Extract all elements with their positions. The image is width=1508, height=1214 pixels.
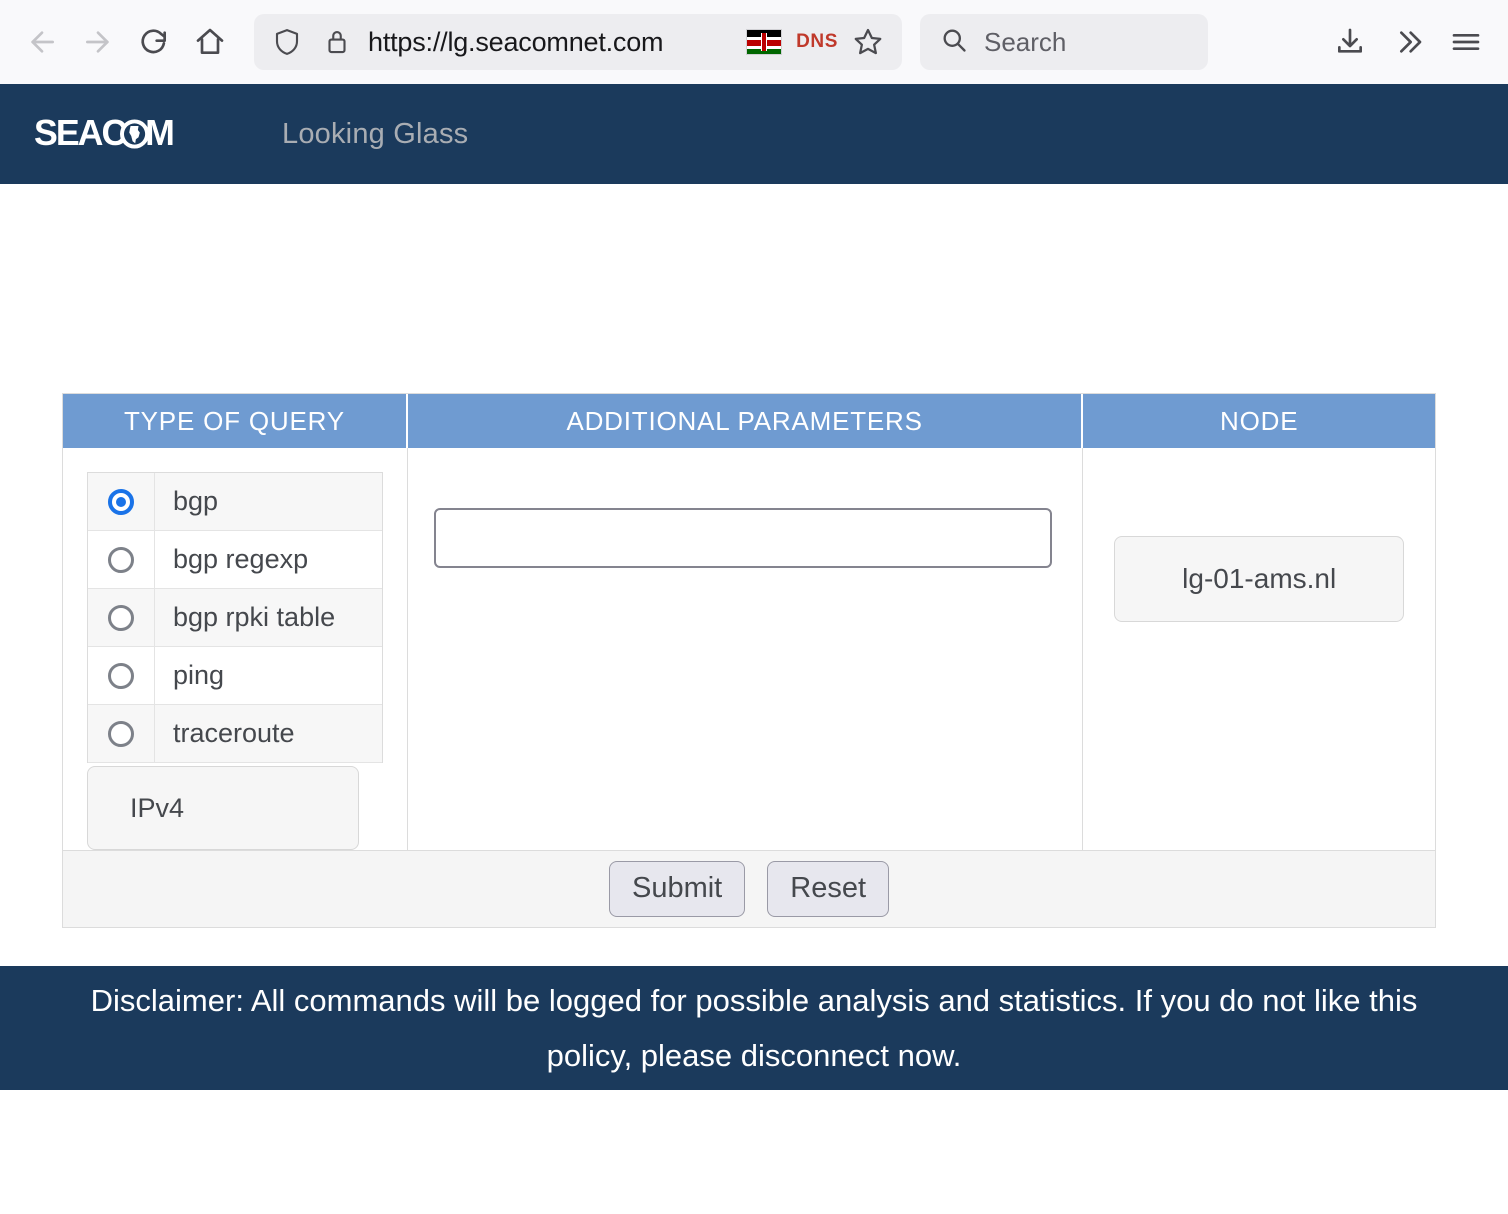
protocol-select[interactable]: IPv4	[87, 766, 359, 850]
table-body-row: bgp bgp regexp bgp rpki	[63, 448, 1435, 850]
home-button[interactable]	[186, 18, 234, 66]
query-option-bgp-regexp[interactable]: bgp regexp	[88, 531, 382, 589]
query-option-label: bgp rpki table	[155, 602, 335, 633]
form-actions: Submit Reset	[63, 861, 1435, 916]
page-title: Looking Glass	[282, 118, 468, 151]
url-text[interactable]: https://lg.seacomnet.com	[368, 27, 746, 58]
query-option-label: bgp regexp	[155, 544, 308, 575]
query-type-radio-group: bgp bgp regexp bgp rpki	[87, 472, 383, 763]
query-option-traceroute[interactable]: traceroute	[88, 705, 382, 763]
node-wrapper: lg-01-ams.nl	[1083, 448, 1435, 622]
node-select[interactable]: lg-01-ams.nl	[1114, 536, 1404, 622]
site-header: SEAC M Looking Glass	[0, 84, 1508, 184]
column-header-additional-parameters: ADDITIONAL PARAMETERS	[408, 394, 1084, 448]
radio-cell-bgp-rpki-table[interactable]	[88, 589, 155, 646]
looking-glass-form-table: TYPE OF QUERY ADDITIONAL PARAMETERS NODE…	[62, 393, 1436, 928]
actions-cell: Submit Reset	[63, 850, 1435, 927]
search-box[interactable]: Search	[920, 14, 1208, 70]
bookmark-star-icon[interactable]	[852, 26, 884, 58]
shield-icon[interactable]	[272, 27, 302, 57]
lock-icon[interactable]	[324, 27, 350, 57]
reload-button[interactable]	[130, 18, 178, 66]
toolbar-right-icons	[1326, 18, 1490, 66]
table-actions-row: Submit Reset	[63, 850, 1435, 927]
disclaimer-banner: Disclaimer: All commands will be logged …	[0, 966, 1508, 1090]
radio-cell-bgp[interactable]	[88, 473, 155, 530]
overflow-chevrons-icon[interactable]	[1384, 18, 1432, 66]
query-option-label: bgp	[155, 486, 218, 517]
table-header-row: TYPE OF QUERY ADDITIONAL PARAMETERS NODE	[63, 394, 1435, 448]
radio-button-ping[interactable]	[108, 663, 134, 689]
svg-text:M: M	[145, 113, 173, 153]
search-icon	[940, 26, 968, 59]
column-header-type-of-query: TYPE OF QUERY	[63, 394, 408, 448]
svg-text:SEAC: SEAC	[34, 113, 126, 153]
query-option-ping[interactable]: ping	[88, 647, 382, 705]
node-select-value: lg-01-ams.nl	[1182, 563, 1336, 595]
query-option-label: ping	[155, 660, 224, 691]
query-type-cell: bgp bgp regexp bgp rpki	[63, 448, 408, 850]
radio-button-bgp-regexp[interactable]	[108, 547, 134, 573]
column-header-node: NODE	[1083, 394, 1435, 448]
radio-cell-traceroute[interactable]	[88, 705, 155, 762]
dns-indicator[interactable]: DNS	[796, 31, 838, 53]
seacom-logo[interactable]: SEAC M	[34, 112, 206, 156]
downloads-button[interactable]	[1326, 18, 1374, 66]
additional-parameters-cell	[408, 448, 1084, 850]
address-bar[interactable]: https://lg.seacomnet.com DNS	[254, 14, 902, 70]
query-option-bgp[interactable]: bgp	[88, 473, 382, 531]
reset-button[interactable]: Reset	[767, 861, 889, 916]
protocol-select-value: IPv4	[130, 793, 184, 824]
radio-button-bgp[interactable]	[108, 489, 134, 515]
hamburger-menu-icon[interactable]	[1442, 18, 1490, 66]
radio-button-traceroute[interactable]	[108, 721, 134, 747]
page-content: TYPE OF QUERY ADDITIONAL PARAMETERS NODE…	[0, 184, 1508, 1090]
additional-parameters-input[interactable]	[434, 508, 1053, 568]
radio-cell-bgp-regexp[interactable]	[88, 531, 155, 588]
forward-button[interactable]	[74, 18, 122, 66]
disclaimer-text: Disclaimer: All commands will be logged …	[44, 973, 1464, 1083]
node-cell: lg-01-ams.nl	[1083, 448, 1435, 850]
query-option-label: traceroute	[155, 718, 295, 749]
submit-button[interactable]: Submit	[609, 861, 745, 916]
back-button[interactable]	[18, 18, 66, 66]
kenya-flag-icon[interactable]	[746, 29, 782, 55]
query-option-bgp-rpki-table[interactable]: bgp rpki table	[88, 589, 382, 647]
radio-button-bgp-rpki-table[interactable]	[108, 605, 134, 631]
browser-toolbar: https://lg.seacomnet.com DNS Search	[0, 0, 1508, 84]
parameters-wrapper	[408, 448, 1083, 568]
search-placeholder[interactable]: Search	[984, 27, 1066, 58]
radio-cell-ping[interactable]	[88, 647, 155, 704]
